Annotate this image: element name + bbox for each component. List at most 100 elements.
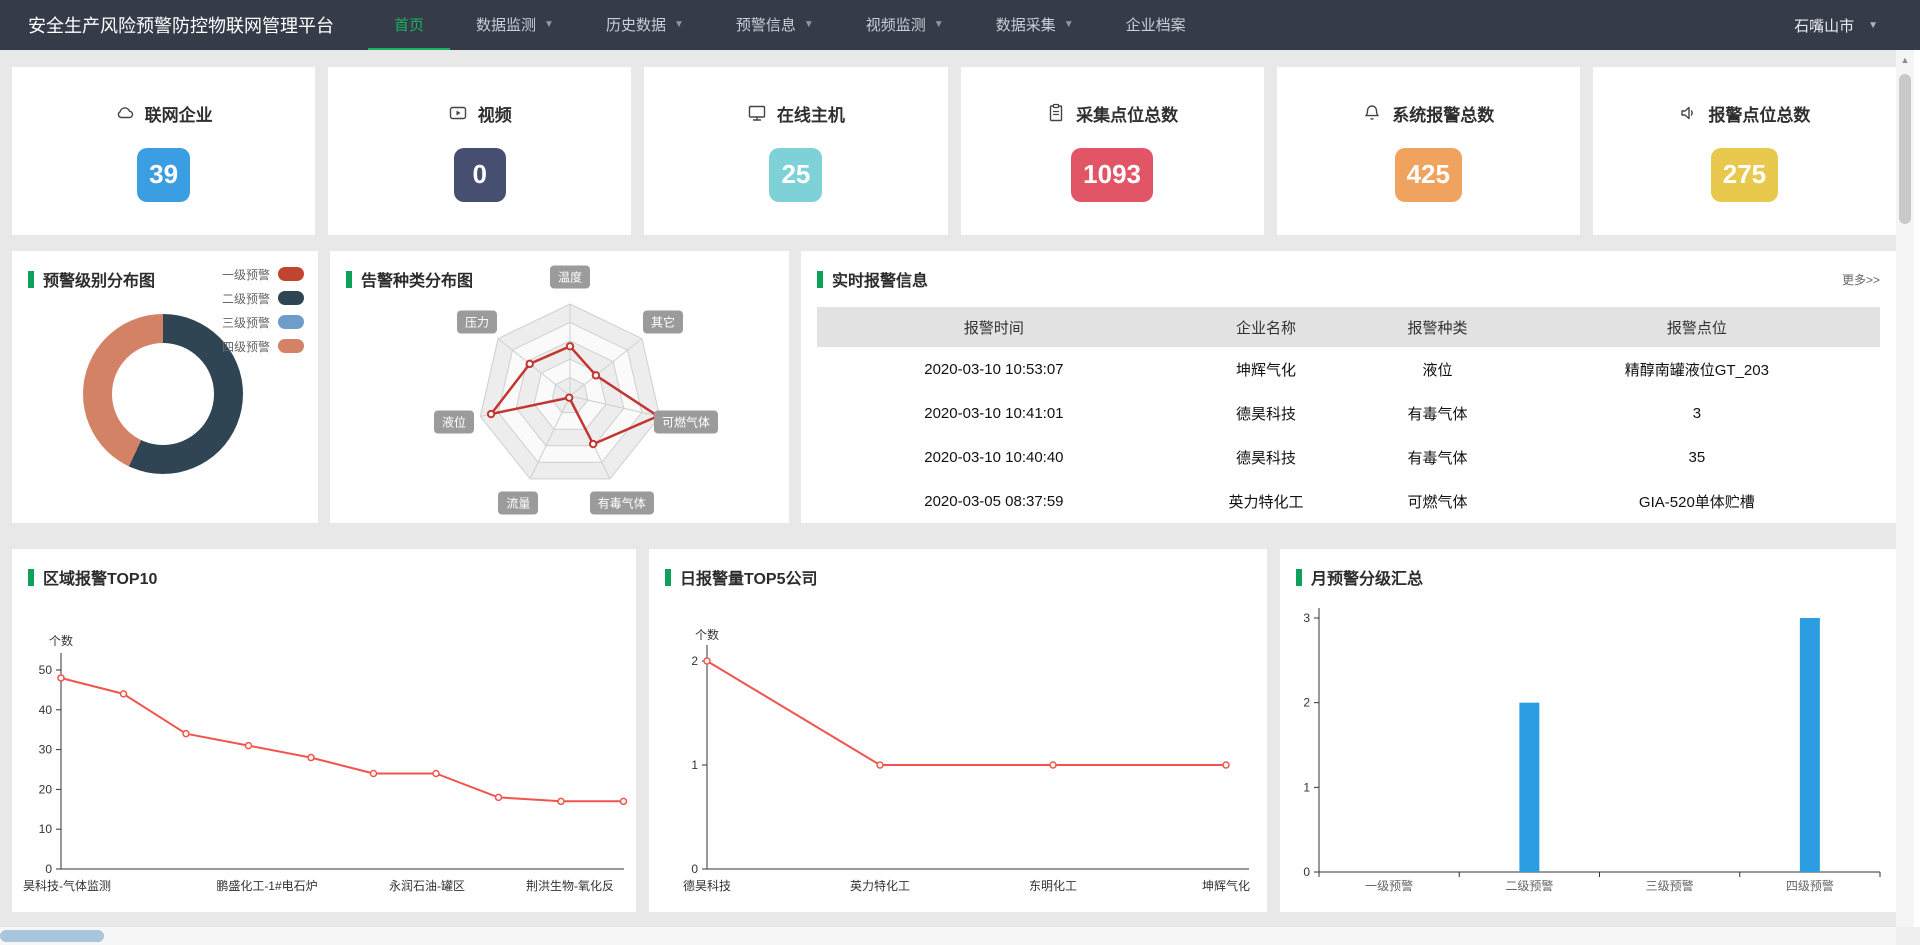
radar-axis-label: 可燃气体	[654, 411, 718, 434]
monthly-warning-panel: 月预警分级汇总 0123一级预警二级预警三级预警四级预警	[1280, 549, 1896, 912]
stat-card-alarm-points: 报警点位总数 275	[1593, 67, 1896, 235]
scroll-up-arrow[interactable]: ▲	[1896, 50, 1914, 70]
cell-alarm-time: 2020-03-10 10:41:01	[817, 391, 1171, 435]
svg-text:2: 2	[691, 654, 698, 668]
svg-text:四级预警: 四级预警	[1786, 878, 1834, 893]
svg-text:一级预警: 一级预警	[1365, 878, 1413, 893]
horizontal-scrollbar-thumb[interactable]	[0, 930, 104, 942]
legend-label: 四级预警	[222, 338, 270, 355]
nav-item-label: 首页	[394, 14, 424, 35]
warning-level-donut-chart	[83, 314, 243, 474]
legend-swatch	[278, 315, 304, 329]
chevron-down-icon: ▼	[1064, 19, 1074, 30]
region-selector[interactable]: 石嘴山市 ▼	[1794, 15, 1904, 36]
clipboard-icon	[1046, 103, 1066, 123]
table-row[interactable]: 2020-03-10 10:40:40 德昊科技 有毒气体 35	[817, 435, 1880, 479]
stat-label: 采集点位总数	[1076, 101, 1178, 126]
nav-item-label: 视频监测	[866, 14, 926, 35]
cell-enterprise-name: 德昊科技	[1171, 435, 1362, 479]
panel-marker	[28, 271, 34, 288]
nav-item-home[interactable]: 首页	[368, 0, 450, 50]
cell-alarm-type: 液位	[1361, 347, 1513, 391]
panel-title: 区域报警TOP10	[43, 565, 157, 589]
nav-item-warning-info[interactable]: 预警信息 ▼	[710, 0, 840, 50]
svg-text:昊科技-气体监测: 昊科技-气体监测	[23, 878, 111, 893]
legend-label: 三级预警	[222, 314, 270, 331]
col-alarm-point: 报警点位	[1514, 307, 1880, 347]
table-row[interactable]: 2020-03-10 10:41:01 德昊科技 有毒气体 3	[817, 391, 1880, 435]
horizontal-scrollbar[interactable]	[0, 927, 1896, 945]
cell-alarm-point: 35	[1514, 435, 1880, 479]
cell-alarm-time: 2020-03-05 08:37:59	[817, 479, 1171, 523]
panel-marker	[817, 271, 823, 288]
top-nav: 安全生产风险预警防控物联网管理平台 首页 数据监测 ▼ 历史数据 ▼ 预警信息 …	[0, 0, 1920, 50]
stat-value-badge: 0	[454, 148, 506, 202]
nav-item-history-data[interactable]: 历史数据 ▼	[580, 0, 710, 50]
chevron-down-icon: ▼	[934, 19, 944, 30]
panel-title: 日报警量TOP5公司	[680, 565, 818, 589]
more-link[interactable]: 更多>>	[1842, 271, 1880, 288]
svg-text:20: 20	[39, 782, 53, 796]
svg-text:二级预警: 二级预警	[1505, 878, 1553, 893]
daily-top5-panel: 日报警量TOP5公司 个数012德昊科技英力特化工东明化工坤辉气化	[649, 549, 1267, 912]
video-icon	[448, 103, 468, 123]
stat-value-badge: 1093	[1071, 148, 1153, 202]
table-row[interactable]: 2020-03-05 08:37:59 英力特化工 可燃气体 GIA-520单体…	[817, 479, 1880, 523]
nav-item-enterprise-archives[interactable]: 企业档案	[1100, 0, 1212, 50]
panel-title: 预警级别分布图	[43, 267, 155, 291]
speaker-icon	[1678, 103, 1698, 123]
svg-text:10: 10	[39, 822, 53, 836]
stat-value-badge: 425	[1395, 148, 1462, 202]
nav-item-data-monitoring[interactable]: 数据监测 ▼	[450, 0, 580, 50]
panel-marker	[346, 271, 352, 288]
legend-item: 二级预警	[222, 289, 304, 307]
vertical-scrollbar[interactable]: ▲	[1896, 50, 1914, 927]
nav-item-label: 预警信息	[736, 14, 796, 35]
stat-label: 联网企业	[145, 101, 213, 126]
chevron-down-icon: ▼	[1868, 20, 1878, 31]
svg-text:个数: 个数	[49, 633, 73, 648]
stat-card-connected-enterprises: 联网企业 39	[12, 67, 315, 235]
vertical-scrollbar-thumb[interactable]	[1899, 74, 1911, 224]
svg-text:英力特化工: 英力特化工	[850, 878, 910, 893]
panel-title: 月预警分级汇总	[1311, 565, 1423, 589]
region-label: 石嘴山市	[1794, 15, 1854, 36]
svg-text:40: 40	[39, 703, 53, 717]
daily-top5-line-chart: 个数012德昊科技英力特化工东明化工坤辉气化	[649, 549, 1267, 912]
table-row[interactable]: 2020-03-10 10:53:07 坤辉气化 液位 精醇南罐液位GT_203	[817, 347, 1880, 391]
region-top10-line-chart: 个数01020304050昊科技-气体监测鹏盛化工-1#电石炉永润石油-罐区荆洪…	[12, 549, 636, 912]
stat-value-badge: 25	[769, 148, 822, 202]
nav-item-data-collection[interactable]: 数据采集 ▼	[970, 0, 1100, 50]
panel-marker	[665, 569, 671, 586]
cell-alarm-point: 3	[1514, 391, 1880, 435]
nav-item-label: 企业档案	[1126, 14, 1186, 35]
svg-text:0: 0	[1303, 865, 1310, 879]
stat-label: 在线主机	[777, 101, 845, 126]
window-edge	[1914, 50, 1920, 927]
cell-alarm-type: 有毒气体	[1361, 391, 1513, 435]
nav-item-label: 数据采集	[996, 14, 1056, 35]
alarm-table: 报警时间 企业名称 报警种类 报警点位 2020-03-10 10:53:07 …	[817, 307, 1880, 523]
svg-text:2: 2	[1303, 696, 1310, 710]
svg-text:1: 1	[691, 758, 698, 772]
alarm-table-header: 报警时间 企业名称 报警种类 报警点位	[817, 307, 1880, 347]
col-alarm-type: 报警种类	[1361, 307, 1513, 347]
cell-enterprise-name: 英力特化工	[1171, 479, 1362, 523]
monitor-icon	[747, 103, 767, 123]
stat-card-online-hosts: 在线主机 25	[644, 67, 947, 235]
nav-item-video-monitoring[interactable]: 视频监测 ▼	[840, 0, 970, 50]
bottom-row: 区域报警TOP10 个数01020304050昊科技-气体监测鹏盛化工-1#电石…	[12, 549, 1896, 912]
svg-text:德昊科技: 德昊科技	[683, 878, 731, 893]
dashboard-page: 联网企业 39 视频 0 在线主机 25	[0, 50, 1896, 927]
radar-axis-label: 其它	[643, 310, 683, 333]
svg-text:1: 1	[1303, 780, 1310, 794]
radar-axis-label: 液位	[434, 411, 474, 434]
svg-text:三级预警: 三级预警	[1646, 878, 1694, 893]
cell-alarm-time: 2020-03-10 10:40:40	[817, 435, 1171, 479]
legend-label: 二级预警	[222, 290, 270, 307]
cell-alarm-type: 有毒气体	[1361, 435, 1513, 479]
stat-label: 系统报警总数	[1392, 101, 1494, 126]
cell-enterprise-name: 德昊科技	[1171, 391, 1362, 435]
svg-text:个数: 个数	[695, 627, 719, 642]
legend-item: 三级预警	[222, 313, 304, 331]
